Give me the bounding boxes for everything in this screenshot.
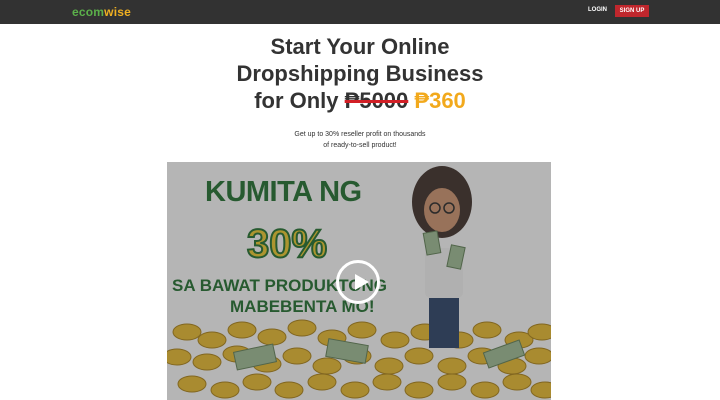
new-price: ₱360 bbox=[414, 88, 466, 113]
headline-prefix: for Only bbox=[254, 88, 339, 113]
top-navbar: ecomwise LOGIN SIGN UP bbox=[0, 0, 720, 24]
headline-line-3: for Only ₱5000 ₱360 bbox=[0, 87, 720, 114]
hero-headline: Start Your Online Dropshipping Business … bbox=[0, 33, 720, 114]
signup-button[interactable]: SIGN UP bbox=[615, 5, 649, 17]
logo-text-ecom: ecom bbox=[72, 5, 105, 19]
play-icon[interactable] bbox=[336, 260, 380, 304]
headline-line-2: Dropshipping Business bbox=[236, 61, 484, 86]
headline-line-1: Start Your Online bbox=[270, 34, 450, 59]
old-price: ₱5000 bbox=[344, 88, 409, 113]
subtext-line-1: Get up to 30% reseller profit on thousan… bbox=[294, 131, 426, 138]
hero-subtext: Get up to 30% reseller profit on thousan… bbox=[0, 129, 720, 151]
ecomwise-logo[interactable]: ecomwise bbox=[72, 5, 131, 19]
promo-video[interactable]: KUMITA NG 30% SA BAWAT PRODUKTONG MABEBE… bbox=[167, 162, 551, 400]
logo-text-wise: wise bbox=[104, 5, 131, 19]
subtext-line-2: of ready-to-sell product! bbox=[323, 142, 397, 149]
login-link[interactable]: LOGIN bbox=[588, 7, 607, 13]
